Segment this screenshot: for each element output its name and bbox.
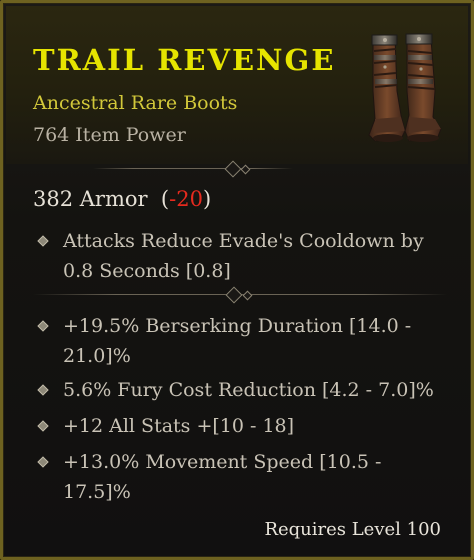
armor-paren-close: ): [202, 187, 212, 211]
affix-text: +19.5% Berserking Duration [14.0 - 21.0]…: [63, 315, 412, 367]
diamond-bullet-icon: [37, 384, 49, 396]
item-name: TRAIL REVENGE: [33, 43, 336, 77]
item-power: 764 Item Power: [33, 124, 186, 146]
boots-icon: [368, 33, 442, 142]
armor-value: 382 Armor: [33, 187, 148, 211]
diamond-bullet-icon: [37, 420, 49, 432]
affix-divider: [33, 286, 447, 304]
affix-text: 5.6% Fury Cost Reduction [4.2 - 7.0]%: [63, 379, 434, 401]
affix-item: +19.5% Berserking Duration [14.0 - 21.0]…: [37, 311, 439, 371]
header-divider: [93, 160, 293, 178]
level-requirement: Requires Level 100: [264, 519, 441, 540]
diamond-bullet-icon: [37, 320, 49, 332]
affix-item: +13.0% Movement Speed [10.5 - 17.5]%: [37, 447, 439, 507]
armor-paren-open: (: [160, 187, 170, 211]
affix-item: +12 All Stats +[10 - 18]: [37, 411, 439, 441]
implicit-affix: Attacks Reduce Evade's Cooldown by 0.8 S…: [37, 226, 439, 286]
armor-diff: -20: [169, 187, 203, 211]
item-tooltip: TRAIL REVENGE Ancestral Rare Boots 764 I…: [0, 0, 474, 560]
affix-text: +12 All Stats +[10 - 18]: [63, 415, 295, 437]
affix-text: +13.0% Movement Speed [10.5 - 17.5]%: [63, 451, 382, 503]
diamond-bullet-icon: [37, 235, 49, 247]
armor-stat: 382 Armor (-20): [33, 187, 211, 211]
affix-item: 5.6% Fury Cost Reduction [4.2 - 7.0]%: [37, 375, 439, 405]
implicit-affix-text: Attacks Reduce Evade's Cooldown by 0.8 S…: [63, 230, 424, 282]
diamond-bullet-icon: [37, 456, 49, 468]
item-type: Ancestral Rare Boots: [33, 92, 238, 114]
